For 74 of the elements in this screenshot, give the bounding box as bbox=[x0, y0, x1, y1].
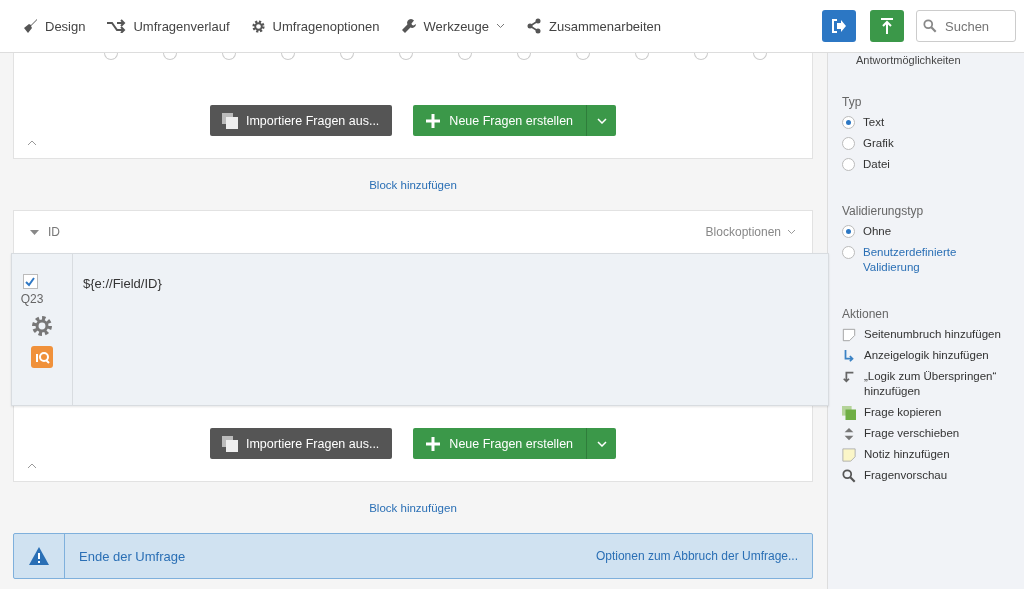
collapse-icon[interactable] bbox=[27, 463, 37, 469]
checkbox[interactable] bbox=[22, 274, 38, 289]
caret-icon bbox=[787, 229, 796, 235]
arrow-icon bbox=[842, 349, 856, 363]
radio-button[interactable] bbox=[842, 116, 855, 129]
question-number: Q23 bbox=[20, 292, 44, 306]
action-link[interactable]: Notiz hinzufügen bbox=[864, 447, 1024, 462]
question-text[interactable]: ${e://Field/ID} bbox=[73, 254, 172, 318]
create-questions-button[interactable]: Neue Fragen erstellen bbox=[413, 428, 587, 459]
page-icon bbox=[842, 328, 856, 342]
toolbar-item[interactable]: Zusammenarbeiten bbox=[526, 18, 662, 34]
end-title: Ende der Umfrage bbox=[78, 548, 187, 564]
wrench-icon bbox=[400, 18, 417, 34]
arrow-icon bbox=[842, 370, 856, 384]
note-icon bbox=[842, 448, 856, 462]
collapse-icon[interactable] bbox=[27, 140, 37, 146]
import-button[interactable]: Importiere Fragen aus... bbox=[209, 105, 393, 136]
search-icon bbox=[842, 469, 856, 483]
shuffle-icon bbox=[106, 19, 127, 33]
radio-label: Grafik bbox=[863, 136, 894, 151]
upload-icon bbox=[880, 18, 894, 34]
add-block-link[interactable]: Block hinzufügen bbox=[369, 178, 457, 191]
dropdown-button[interactable] bbox=[586, 428, 617, 459]
action-link[interactable]: Frage kopieren bbox=[864, 405, 1024, 420]
toolbar-item[interactable]: Umfragenoptionen bbox=[250, 18, 380, 34]
action-link[interactable]: Fragenvorschau bbox=[864, 468, 1024, 483]
section-heading: Typ bbox=[842, 95, 863, 109]
warning-icon bbox=[28, 546, 50, 566]
exit-button[interactable] bbox=[822, 10, 856, 42]
copy-icon bbox=[221, 112, 238, 129]
caret-icon bbox=[496, 23, 506, 29]
publish-button[interactable] bbox=[870, 10, 904, 42]
toolbar-item[interactable]: Design bbox=[22, 18, 86, 34]
block-options-button[interactable]: Blockoptionen bbox=[705, 225, 796, 239]
radio-label: Benutzerdefinierte Validierung bbox=[863, 245, 958, 275]
toolbar-item[interactable]: Werkzeuge bbox=[400, 18, 506, 34]
action-link[interactable]: Seitenumbruch hinzufügen bbox=[864, 327, 1024, 342]
exit-icon bbox=[831, 18, 847, 34]
share-icon bbox=[526, 18, 543, 34]
create-questions-button[interactable]: Neue Fragen erstellen bbox=[413, 105, 587, 136]
radio-button[interactable] bbox=[842, 158, 855, 171]
block-title: ID bbox=[48, 225, 60, 239]
gear-icon[interactable] bbox=[31, 315, 53, 337]
plus-icon bbox=[426, 113, 441, 128]
gear-icon bbox=[250, 18, 266, 34]
action-link[interactable]: Frage verschieben bbox=[864, 426, 1024, 441]
move-icon bbox=[842, 427, 856, 441]
search-icon bbox=[923, 19, 937, 33]
radio-button[interactable] bbox=[842, 246, 855, 259]
caret-icon bbox=[596, 117, 607, 124]
section-heading: Antwortmöglichkeiten bbox=[855, 54, 962, 67]
dropdown-button[interactable] bbox=[586, 105, 617, 136]
radio-label: Datei bbox=[863, 157, 890, 172]
radio-label: Text bbox=[863, 115, 885, 130]
import-button[interactable]: Importiere Fragen aus... bbox=[209, 428, 393, 459]
action-link[interactable]: „Logik zum Überspringen“ hinzufügen bbox=[864, 369, 1024, 399]
caret-icon bbox=[596, 440, 607, 447]
section-heading: Validierungstyp bbox=[842, 204, 925, 218]
search-field[interactable]: Suchen bbox=[916, 10, 1016, 42]
copy-icon bbox=[221, 435, 238, 452]
radio-label: Ohne bbox=[863, 224, 892, 239]
iq-badge-icon[interactable] bbox=[31, 346, 53, 368]
section-heading: Aktionen bbox=[842, 307, 890, 321]
radio-button[interactable] bbox=[842, 137, 855, 150]
caret-icon[interactable] bbox=[30, 229, 39, 235]
copy-icon bbox=[842, 406, 856, 420]
plus-icon bbox=[426, 436, 441, 451]
add-block-link[interactable]: Block hinzufügen bbox=[369, 501, 457, 514]
toolbar-item[interactable]: Umfragenverlauf bbox=[106, 18, 230, 34]
search-input[interactable]: Suchen bbox=[943, 17, 1009, 35]
action-link[interactable]: Anzeigelogik hinzufügen bbox=[864, 348, 1024, 363]
radio-button[interactable] bbox=[842, 225, 855, 238]
brush-icon bbox=[22, 18, 38, 34]
end-options-link[interactable]: Optionen zum Abbruch der Umfrage... bbox=[595, 549, 798, 563]
